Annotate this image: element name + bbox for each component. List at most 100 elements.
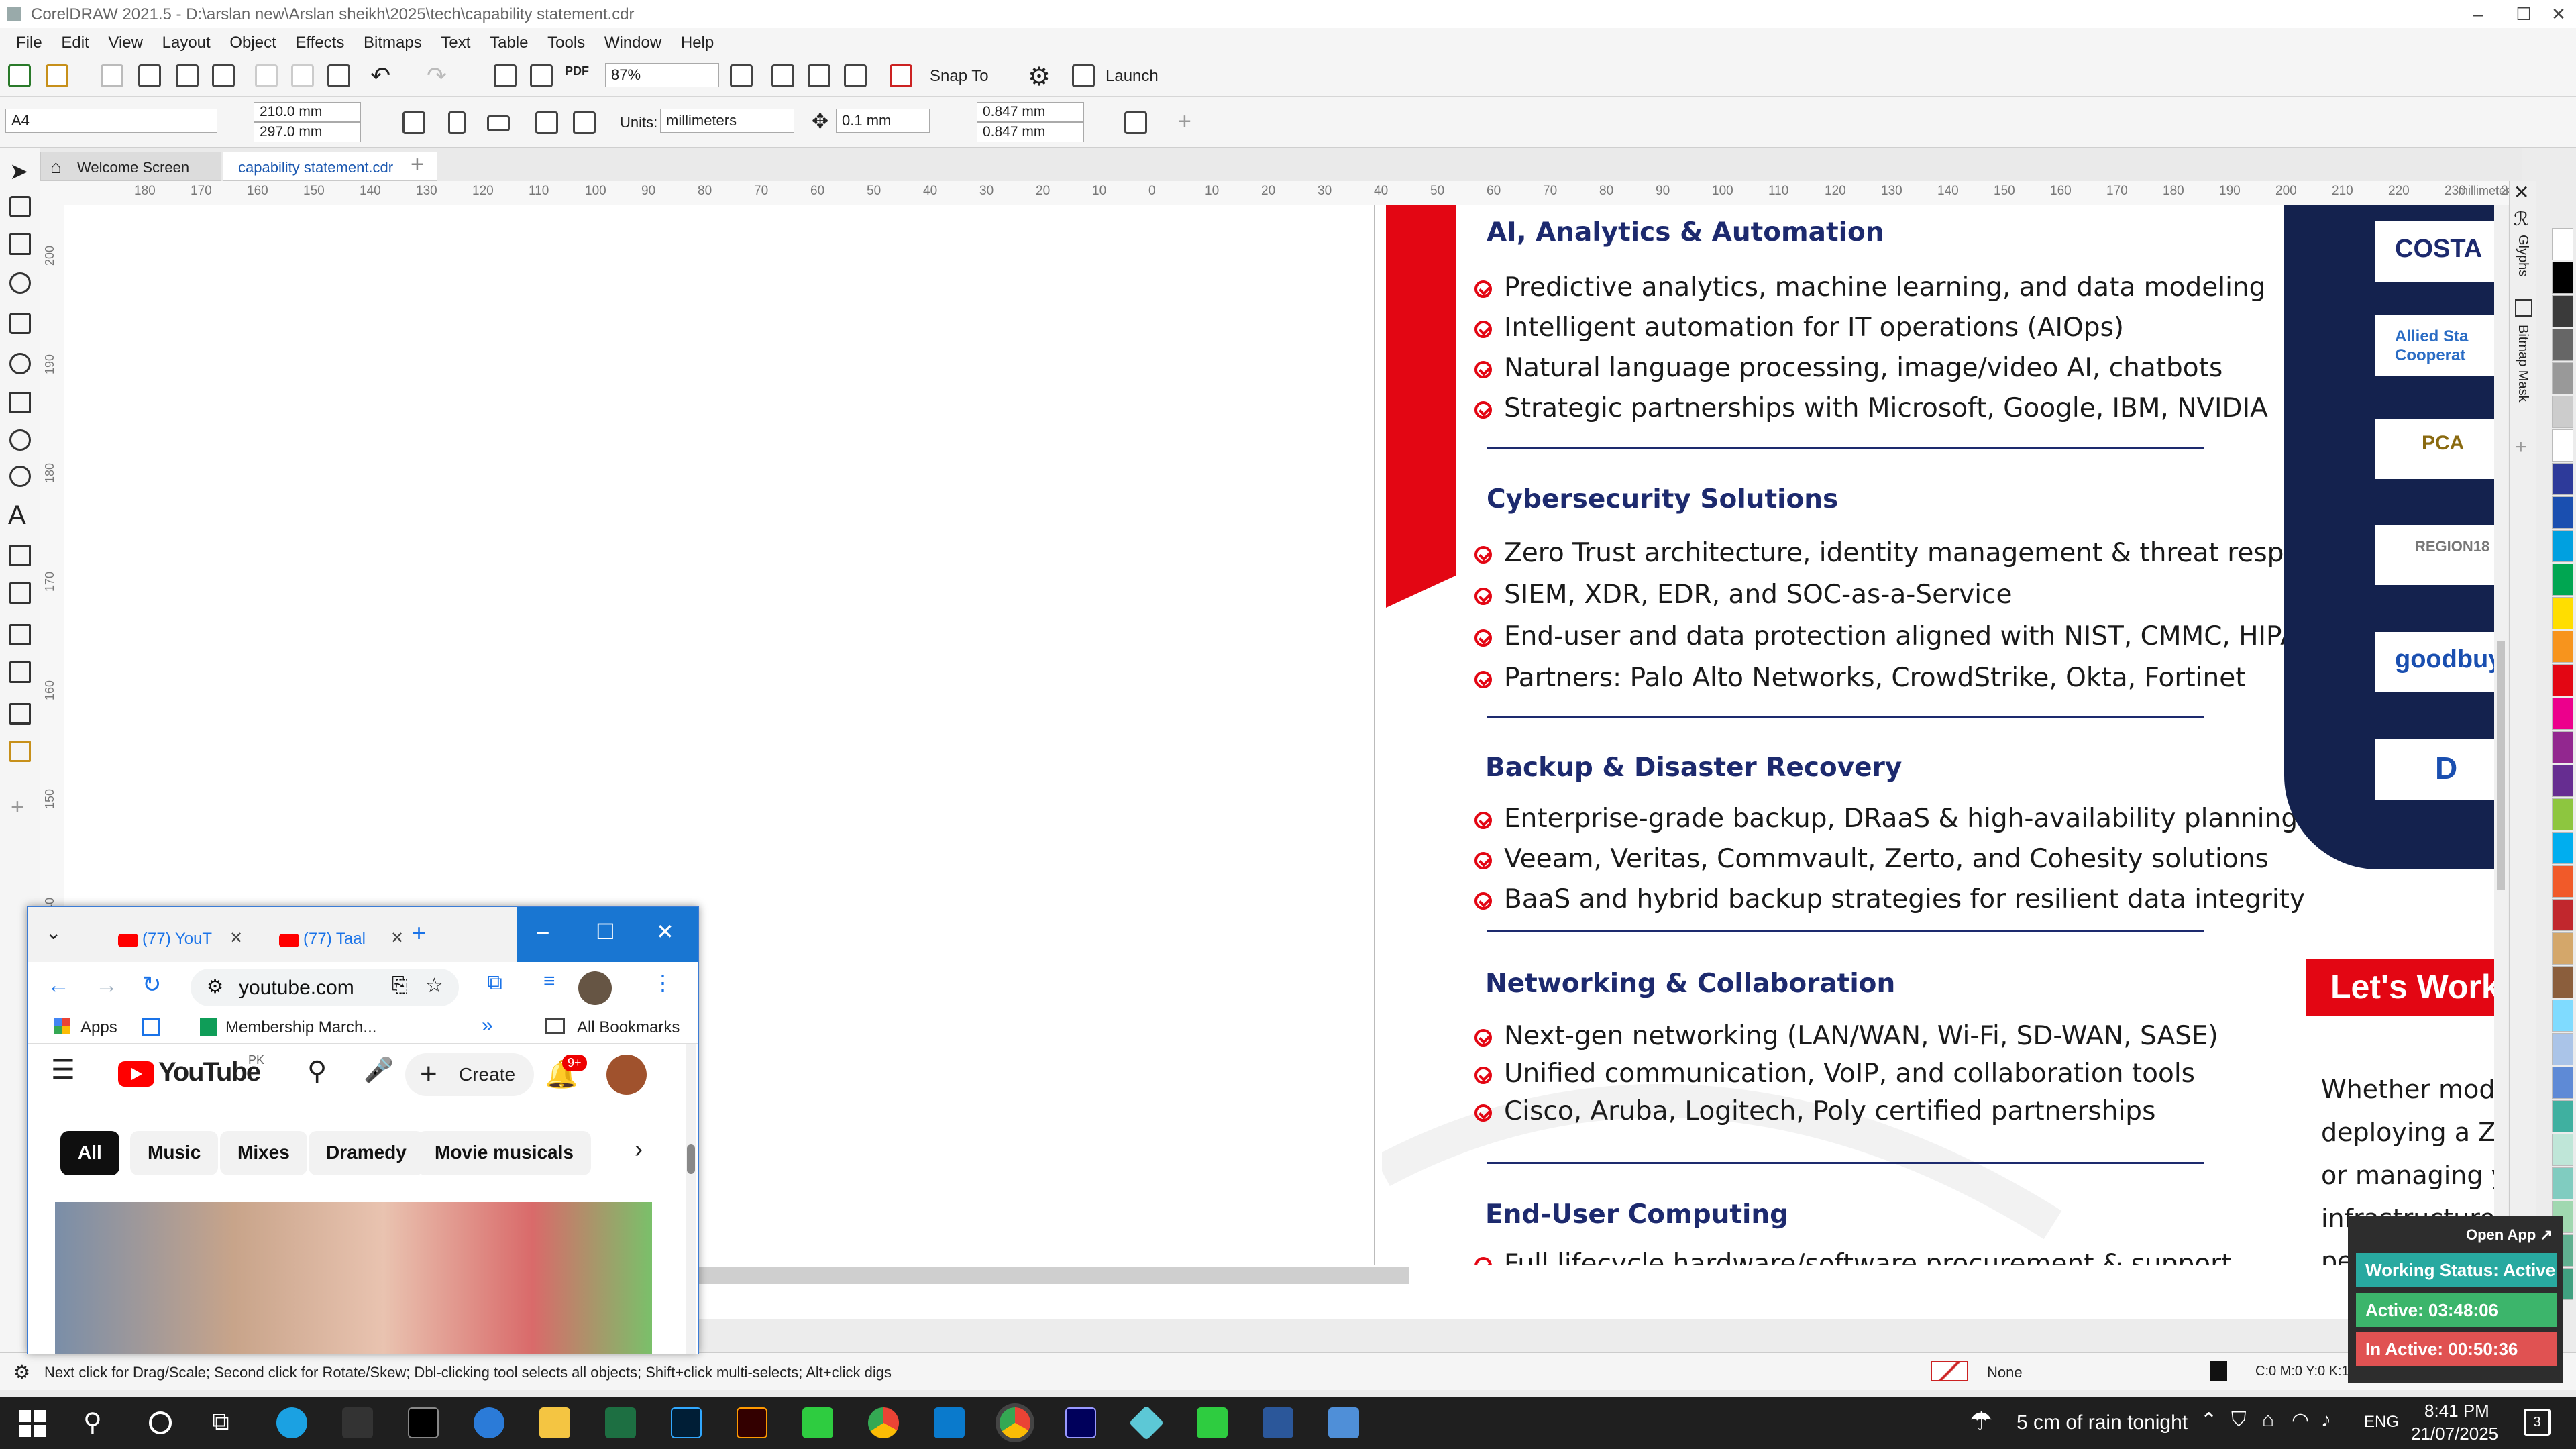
show-guidelines-icon[interactable]	[844, 64, 867, 87]
extensions-icon[interactable]: ⧉	[487, 970, 502, 996]
palette-swatch[interactable]	[2552, 228, 2573, 260]
palette-swatch[interactable]	[2552, 463, 2573, 495]
export-icon[interactable]	[530, 64, 553, 87]
undo-icon[interactable]: ↶	[370, 62, 390, 90]
palette-swatch[interactable]	[2552, 698, 2573, 730]
menu-effects[interactable]: Effects	[295, 28, 344, 52]
horizontal-ruler[interactable]: 180 170 160 150 140 130 120 110 100 90 80 70 60 50 40 3…	[40, 181, 2522, 205]
chip-dramedy[interactable]: Dramedy	[309, 1131, 424, 1175]
user-avatar[interactable]	[606, 1055, 647, 1095]
calculator-icon[interactable]	[1328, 1407, 1359, 1438]
close-docker-icon[interactable]: ✕	[2514, 181, 2529, 203]
hamburger-menu-icon[interactable]: ☰	[51, 1055, 75, 1085]
open-icon[interactable]	[46, 64, 68, 87]
vscode-icon[interactable]	[934, 1407, 965, 1438]
menu-layout[interactable]: Layout	[162, 28, 211, 52]
chrome-icon[interactable]	[868, 1407, 899, 1438]
search-icon[interactable]: ⚲	[83, 1407, 102, 1438]
units-select[interactable]: millimeters	[660, 109, 794, 133]
illustrator-icon[interactable]	[737, 1407, 767, 1438]
menu-table[interactable]: Table	[490, 28, 528, 52]
all-pages-icon[interactable]	[535, 111, 558, 134]
palette-swatch[interactable]	[2552, 865, 2573, 898]
excel-icon[interactable]	[605, 1407, 636, 1438]
page-height-field[interactable]: 297.0 mm	[254, 122, 361, 142]
close-tab-icon[interactable]: ✕	[229, 928, 243, 948]
start-icon[interactable]	[19, 1410, 46, 1437]
menu-view[interactable]: View	[108, 28, 143, 52]
nudge-distance-field[interactable]: 0.1 mm	[836, 109, 930, 133]
outline-color-swatch[interactable]	[2210, 1361, 2227, 1381]
chrome-active-icon[interactable]	[1000, 1407, 1030, 1438]
status-settings-icon[interactable]: ⚙	[13, 1361, 30, 1383]
palette-swatch[interactable]	[2552, 899, 2573, 931]
palette-swatch[interactable]	[2552, 1100, 2573, 1132]
palette-swatch[interactable]	[2552, 396, 2573, 428]
word-icon[interactable]	[1263, 1407, 1293, 1438]
vertical-scrollbar[interactable]	[2494, 205, 2508, 1285]
palette-swatch[interactable]	[2552, 932, 2573, 965]
polygon-tool-icon[interactable]	[9, 466, 31, 487]
tab-welcome-screen[interactable]: ⌂ Welcome Screen	[40, 152, 221, 181]
bookmark-star-icon[interactable]: ☆	[425, 974, 443, 998]
bitmap-mask-tab[interactable]: Bitmap Mask	[2515, 325, 2530, 402]
open-app-link[interactable]: Open App ↗	[2466, 1226, 2553, 1244]
search-icon[interactable]: ⚲	[307, 1056, 327, 1087]
vertical-scroll-thumb[interactable]	[2497, 641, 2505, 890]
portrait-icon[interactable]	[448, 111, 466, 134]
palette-swatch[interactable]	[2552, 496, 2573, 529]
bookmark-apps[interactable]: Apps	[80, 1018, 117, 1037]
save-icon[interactable]	[101, 64, 123, 87]
options-gear-icon[interactable]: ⚙	[1028, 62, 1051, 92]
vpn-icon[interactable]: ⛉	[2231, 1409, 2247, 1432]
ellipse-tool-icon[interactable]	[9, 429, 31, 451]
palette-swatch[interactable]	[2552, 664, 2573, 696]
palette-swatch[interactable]	[2552, 1134, 2573, 1166]
grid-icon[interactable]	[142, 1018, 160, 1036]
add-icon[interactable]: +	[1178, 109, 1191, 135]
bitmap-mask-icon[interactable]	[2515, 299, 2532, 317]
chrome-maximize-icon[interactable]: ☐	[596, 919, 615, 945]
media-control-icon[interactable]: ≡	[543, 970, 555, 993]
all-bookmarks[interactable]: All Bookmarks	[577, 1018, 680, 1037]
reload-icon[interactable]: ↻	[142, 971, 162, 998]
chrome-menu-icon[interactable]: ⋮	[652, 970, 674, 996]
current-page-icon[interactable]	[573, 111, 596, 134]
rectangle-tool-icon[interactable]	[9, 392, 31, 413]
palette-swatch[interactable]	[2552, 429, 2573, 462]
chips-next-icon[interactable]: ›	[635, 1135, 643, 1163]
new-tab-icon[interactable]: +	[411, 152, 424, 178]
palette-swatch[interactable]	[2552, 731, 2573, 763]
close-button[interactable]: ✕	[2530, 0, 2576, 28]
forward-icon[interactable]: →	[95, 973, 118, 999]
pick-tool-icon[interactable]: ➤	[9, 158, 29, 185]
palette-swatch[interactable]	[2552, 765, 2573, 797]
palette-swatch[interactable]	[2552, 329, 2573, 361]
paste-icon[interactable]	[327, 64, 350, 87]
create-button[interactable]: + Create	[405, 1053, 534, 1096]
add-docker-icon[interactable]: +	[2515, 436, 2527, 459]
palette-swatch[interactable]	[2552, 362, 2573, 394]
new-document-icon[interactable]	[8, 64, 31, 87]
launch-dropdown[interactable]: Launch	[1106, 67, 1159, 86]
document-page[interactable]: AI, Analytics & Automation Predictive an…	[1382, 205, 2496, 1265]
palette-swatch[interactable]	[2552, 1167, 2573, 1199]
full-screen-icon[interactable]	[730, 64, 753, 87]
wifi-icon[interactable]: ◠	[2292, 1409, 2309, 1432]
text-tool-icon[interactable]: A	[8, 500, 26, 531]
palette-swatch[interactable]	[2552, 597, 2573, 629]
app-icon[interactable]	[802, 1407, 833, 1438]
premiere-icon[interactable]	[1065, 1407, 1096, 1438]
cloud-download-icon[interactable]	[176, 64, 199, 87]
launch-icon[interactable]	[1072, 64, 1095, 87]
crop-tool-icon[interactable]	[9, 233, 31, 255]
microphone-icon[interactable]: 🎤	[364, 1056, 394, 1084]
transparency-tool-icon[interactable]	[9, 661, 31, 683]
youtube-logo-text[interactable]: YouTube	[158, 1057, 261, 1087]
address-bar[interactable]: ⚙ youtube.com ⎘ ☆	[191, 969, 459, 1006]
chrome-tab-1[interactable]: (77) YouT ✕	[89, 919, 244, 959]
landscape-icon[interactable]	[487, 115, 510, 131]
treat-as-filled-icon[interactable]	[1124, 111, 1147, 134]
cloud-upload-icon[interactable]	[138, 64, 161, 87]
glyphs-icon[interactable]: ℛ	[2514, 208, 2528, 230]
